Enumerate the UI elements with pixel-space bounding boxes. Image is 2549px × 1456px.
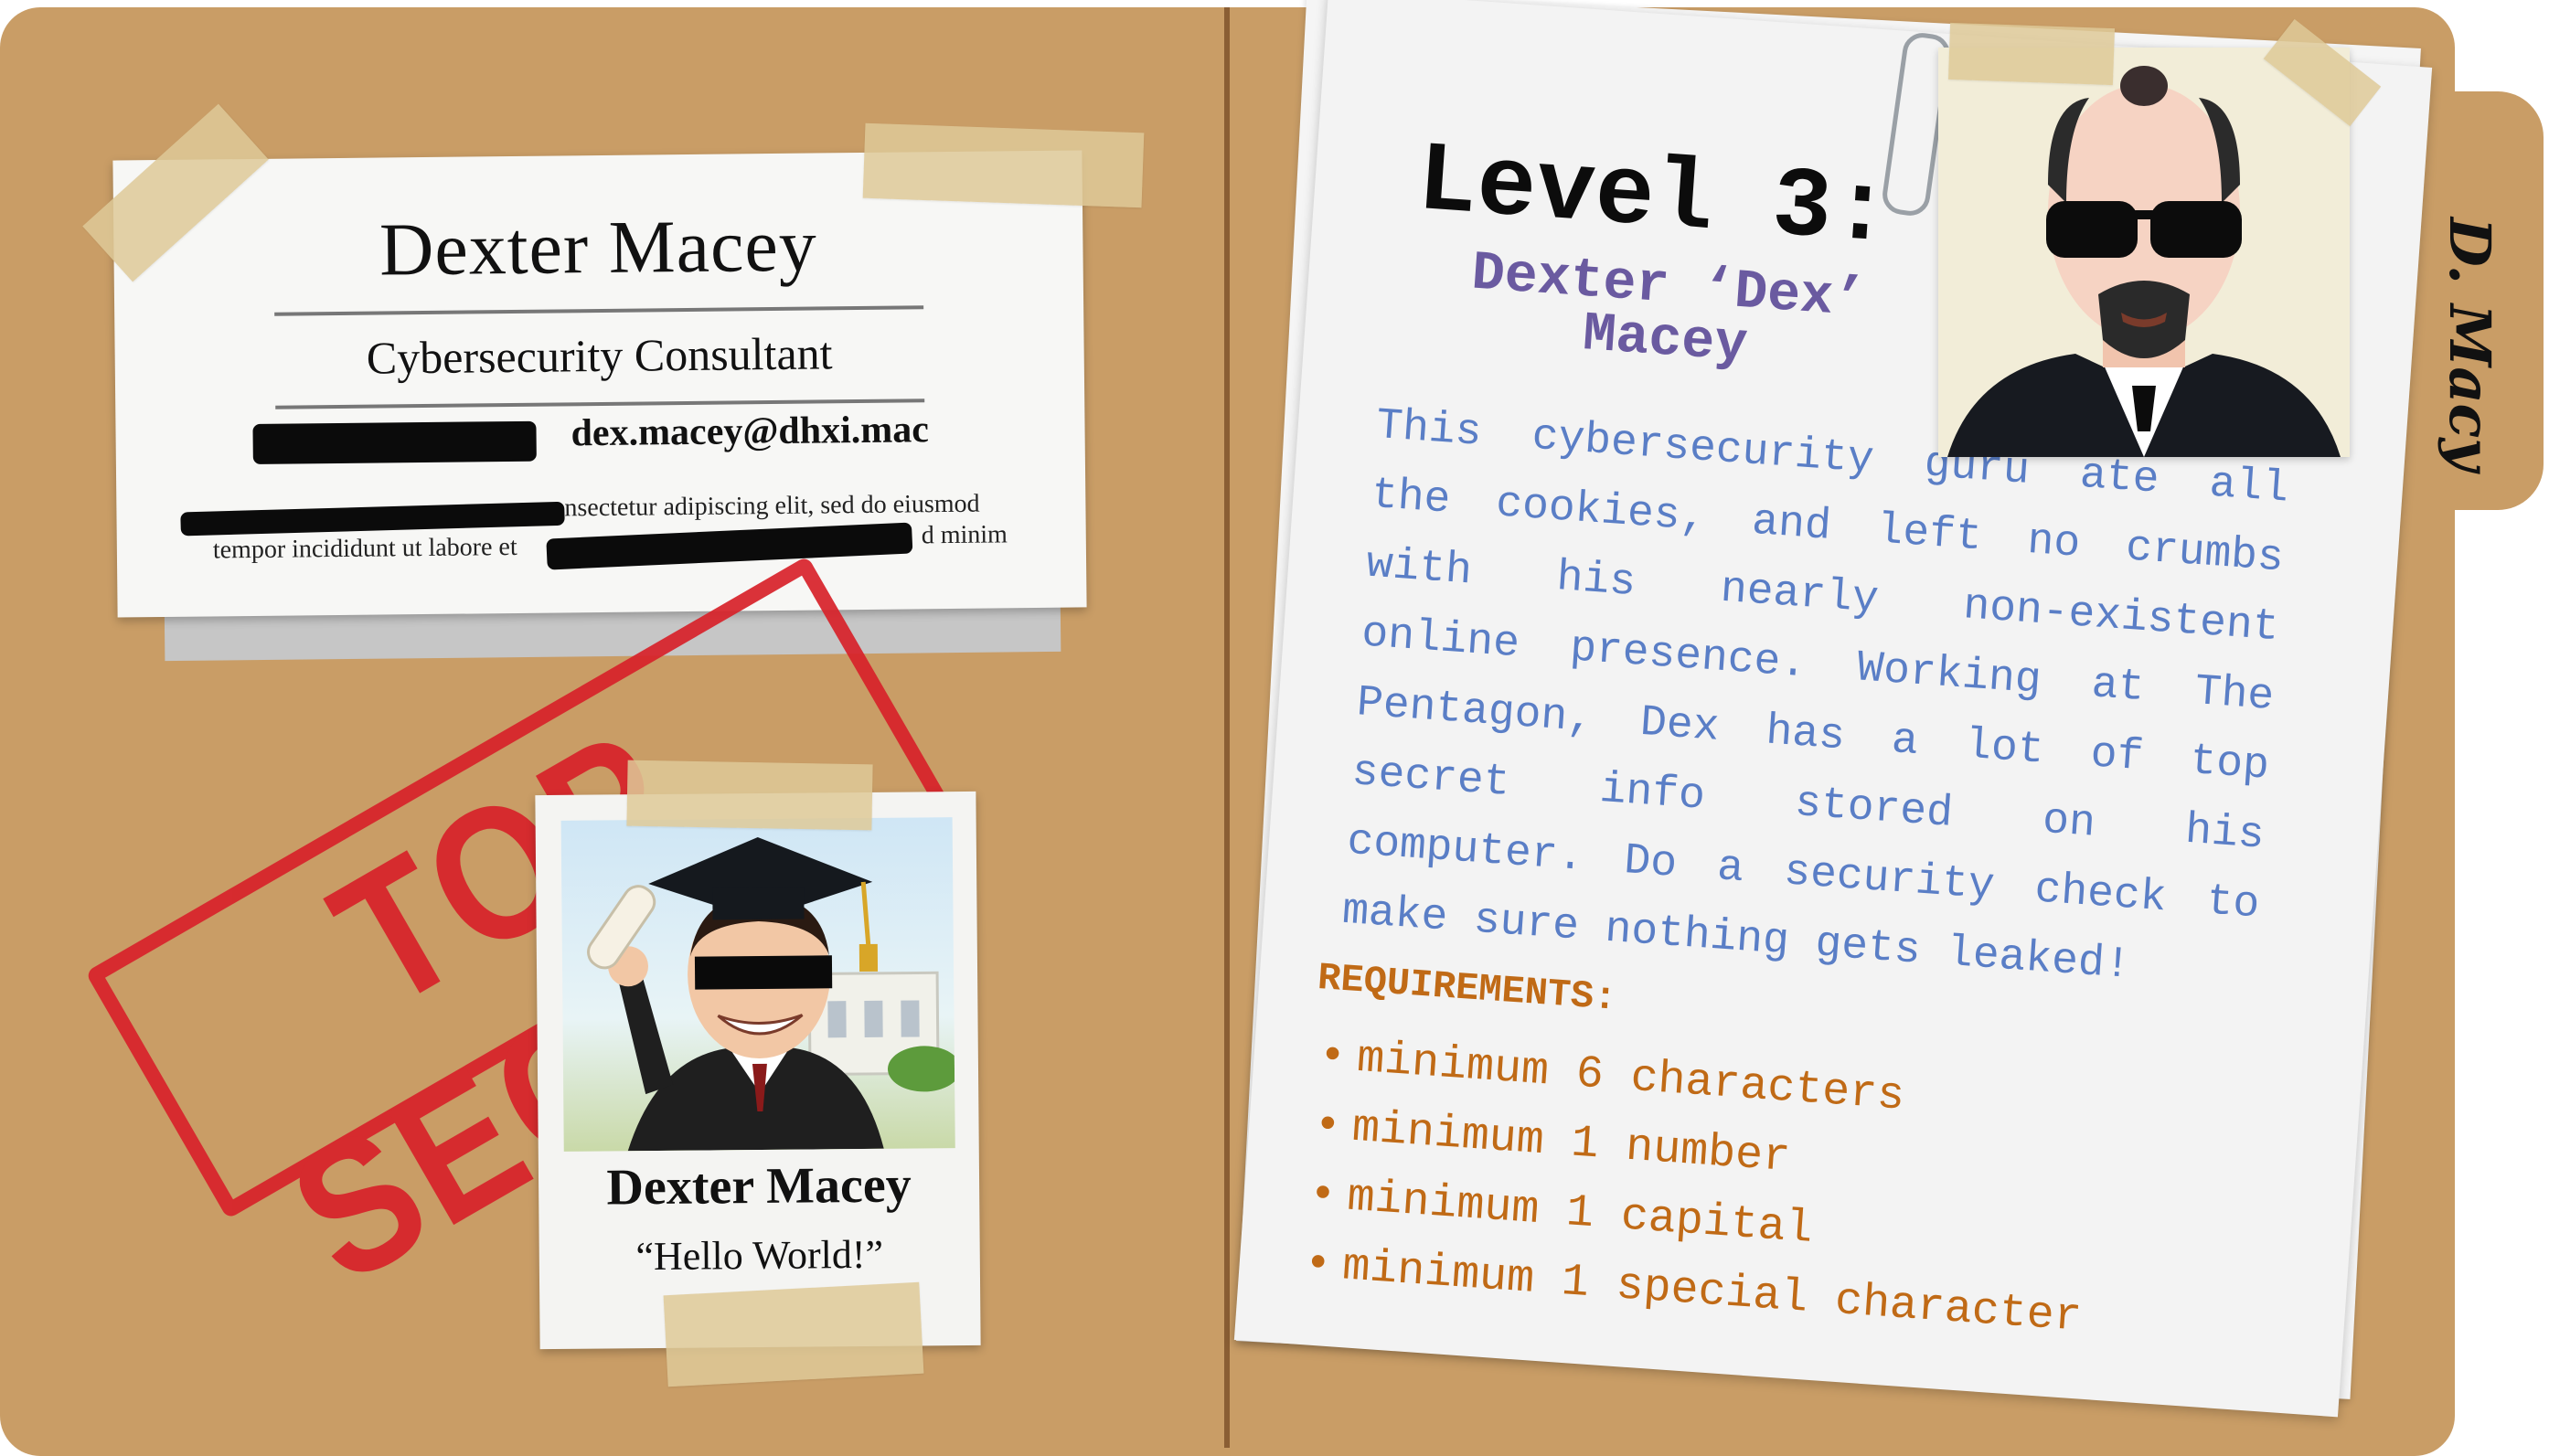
polaroid-caption-name: Dexter Macey (606, 1156, 912, 1217)
id-card-email: dex.macey@dhxi.mac (571, 409, 930, 455)
polaroid-caption-quote: “Hello World!” (635, 1231, 884, 1280)
id-card-name: Dexter Macey (379, 203, 818, 292)
tape-strip (626, 760, 873, 831)
tape-strip (663, 1281, 924, 1387)
requirements-list: • minimum 6 characters • minimum 1 number … (1302, 1022, 2098, 1354)
id-card-title: Cybersecurity Consultant (366, 327, 833, 384)
bullet-icon: • (1312, 1099, 1344, 1153)
bullet-icon: • (1302, 1238, 1334, 1292)
redaction-bar (252, 420, 537, 464)
id-card-lorem-line: nsectetur adipiscing elit, sed do eiusmo… (564, 489, 980, 523)
id-card-lorem-line: d minim (921, 520, 1008, 550)
redaction-bar (180, 501, 565, 537)
agent-portrait (1938, 48, 2350, 457)
id-card-divider (274, 305, 924, 316)
tape-strip (862, 122, 1145, 208)
graduation-photo (560, 817, 955, 1152)
redaction-bar (546, 522, 913, 570)
polaroid-photo-card: Dexter Macey “Hello World!” (535, 791, 981, 1350)
profile-bio: This cybersecurity guru ate all the cook… (1340, 400, 2290, 991)
id-card: Dexter Macey Cybersecurity Consultant de… (112, 150, 1087, 618)
id-card-lorem-line: tempor incididunt ut labore et (212, 532, 517, 565)
folder-spine (1224, 7, 1230, 1448)
bullet-icon: • (1317, 1029, 1349, 1084)
tape-strip (1947, 22, 2116, 86)
bullet-icon: • (1306, 1168, 1338, 1223)
id-card-divider (275, 399, 925, 409)
folder-tab-label: D. Macy (2437, 218, 2503, 472)
